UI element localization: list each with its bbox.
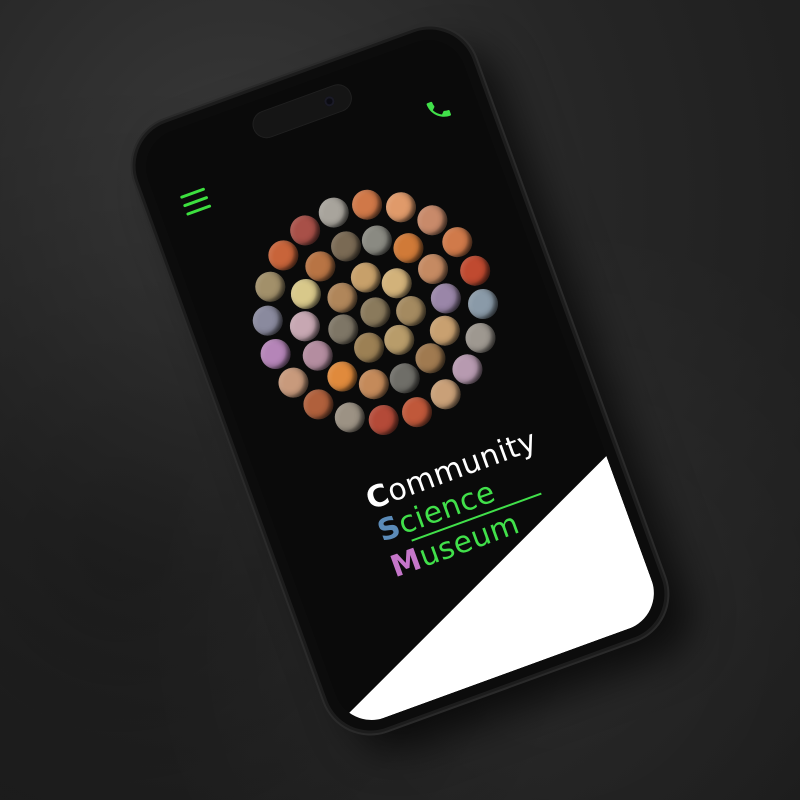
moon-photo <box>426 278 466 318</box>
moon-photo <box>455 251 495 291</box>
moon-photo <box>330 398 370 437</box>
moon-photo <box>251 267 290 307</box>
moon-photo <box>463 284 503 324</box>
moon-photo <box>358 221 397 260</box>
dynamic-island <box>248 80 356 143</box>
moon-photo <box>461 318 500 357</box>
moon-photo <box>397 392 436 432</box>
phone-icon[interactable] <box>422 93 455 126</box>
moon-photo <box>354 365 393 404</box>
camera-icon <box>323 94 336 108</box>
moon-photo <box>347 185 387 224</box>
moon-collage-image <box>209 146 542 479</box>
moon-photo <box>356 293 395 332</box>
moon-photo <box>364 400 403 440</box>
moon-photo <box>314 193 354 232</box>
hamburger-menu-icon[interactable] <box>179 187 212 217</box>
moon-photo <box>248 301 287 340</box>
moon-photo <box>381 188 420 227</box>
